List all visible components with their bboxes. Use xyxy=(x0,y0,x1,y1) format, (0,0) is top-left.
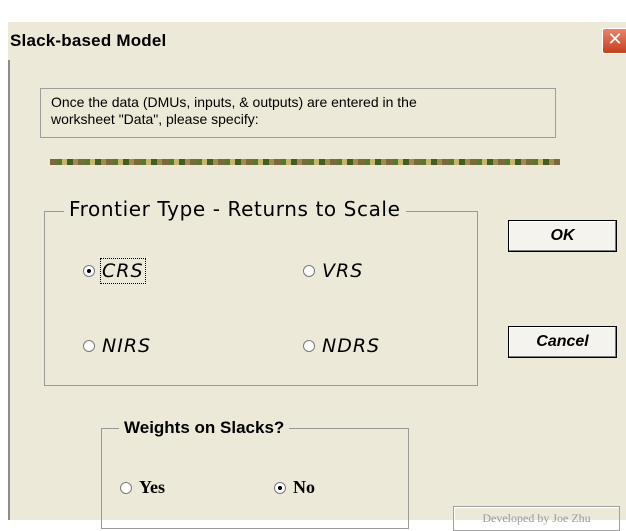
decorative-banner-strip xyxy=(50,159,560,165)
instructions-box: Once the data (DMUs, inputs, & outputs) … xyxy=(40,88,556,138)
radio-nirs[interactable]: NIRS xyxy=(83,335,151,357)
window-title: Slack-based Model xyxy=(10,31,167,50)
radio-ndrs[interactable]: NDRS xyxy=(303,335,380,357)
radio-no[interactable]: No xyxy=(274,477,315,498)
radio-yes-indicator[interactable] xyxy=(120,481,132,494)
radio-no-indicator[interactable] xyxy=(274,481,286,494)
close-icon[interactable]: ✕ xyxy=(602,28,626,54)
weights-on-slacks-legend: Weights on Slacks? xyxy=(119,418,290,438)
dialog-left-edge xyxy=(8,60,10,520)
radio-ndrs-indicator[interactable] xyxy=(303,340,315,352)
radio-no-label: No xyxy=(293,477,315,497)
radio-yes-label: Yes xyxy=(139,477,165,497)
radio-crs-indicator[interactable] xyxy=(83,265,95,277)
radio-vrs-indicator[interactable] xyxy=(303,265,315,277)
frontier-type-legend: Frontier Type - Returns to Scale xyxy=(64,197,406,221)
frontier-type-group: Frontier Type - Returns to Scale CRS VRS… xyxy=(44,197,478,386)
cancel-button[interactable]: Cancel xyxy=(508,326,617,358)
ok-button[interactable]: OK xyxy=(508,220,617,252)
radio-crs[interactable]: CRS xyxy=(83,258,146,284)
radio-yes[interactable]: Yes xyxy=(120,477,165,498)
weights-on-slacks-group: Weights on Slacks? Yes No xyxy=(101,418,409,529)
instructions-text: Once the data (DMUs, inputs, & outputs) … xyxy=(51,94,551,128)
slack-based-model-dialog: Slack-based Model ✕ Once the data (DMUs,… xyxy=(8,22,626,531)
radio-ndrs-label: NDRS xyxy=(322,335,381,357)
radio-vrs-label: VRS xyxy=(322,260,364,282)
radio-nirs-indicator[interactable] xyxy=(83,340,95,352)
instructions-line-1: Once the data (DMUs, inputs, & outputs) … xyxy=(51,94,417,110)
radio-nirs-label: NIRS xyxy=(102,335,152,357)
title-bar[interactable]: Slack-based Model ✕ xyxy=(8,22,626,60)
instructions-line-2: worksheet "Data", please specify: xyxy=(51,111,259,127)
developer-credit-button[interactable]: Developed by Joe Zhu xyxy=(453,506,620,531)
radio-vrs[interactable]: VRS xyxy=(303,260,363,282)
radio-crs-label: CRS xyxy=(100,258,146,284)
